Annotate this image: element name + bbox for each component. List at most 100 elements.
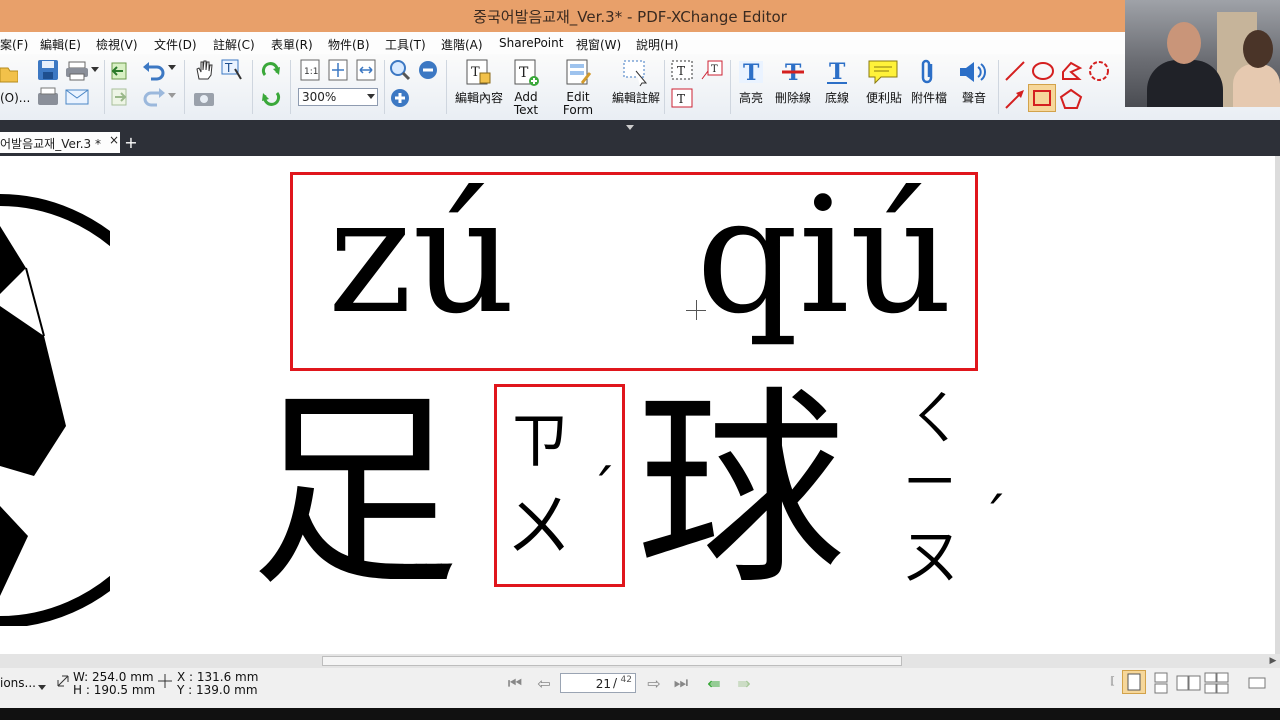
highlight-label[interactable]: 高亮 <box>734 92 768 105</box>
zoom-level-select[interactable]: 300% <box>298 88 378 106</box>
horizontal-scrollbar[interactable]: ▶ <box>0 654 1280 668</box>
menu-objects[interactable]: 物件(B) <box>328 36 370 53</box>
options-menu[interactable]: ions... <box>0 677 36 689</box>
edit-form-icon[interactable] <box>562 58 594 88</box>
fit-page-icon[interactable] <box>326 58 350 82</box>
hand-tool-icon[interactable] <box>192 58 216 82</box>
rotate-counterclockwise-icon[interactable] <box>258 86 284 110</box>
typewriter-icon[interactable]: T <box>668 58 696 82</box>
scan-icon[interactable] <box>36 86 60 108</box>
continuous-facing-view-icon[interactable] <box>1204 672 1230 694</box>
textbox-icon[interactable]: T <box>668 86 696 110</box>
open-label[interactable]: (O)... <box>0 92 30 105</box>
chevron-down-icon[interactable] <box>626 120 634 130</box>
save-icon[interactable] <box>36 58 60 82</box>
chevron-down-icon[interactable] <box>168 64 176 72</box>
menu-forms[interactable]: 表單(R) <box>271 36 313 53</box>
document-tab[interactable]: 어발음교재_Ver.3 * × <box>0 132 120 153</box>
menu-window[interactable]: 視窗(W) <box>576 36 621 53</box>
menu-comments[interactable]: 註解(C) <box>213 36 255 53</box>
attach-file-icon[interactable] <box>914 58 942 86</box>
cursor-position-icon <box>158 674 174 690</box>
menu-document[interactable]: 文件(D) <box>154 36 197 53</box>
vertical-scrollbar[interactable] <box>1275 156 1280 654</box>
attach-file-label[interactable]: 附件檔 <box>908 92 950 105</box>
redo-icon[interactable] <box>140 86 168 108</box>
email-icon[interactable] <box>64 86 90 108</box>
bopomofo-tone-qiu: ˊ <box>980 487 1007 550</box>
scroll-right-arrow-icon[interactable]: ▶ <box>1268 656 1278 666</box>
add-text-icon[interactable]: T <box>510 58 542 88</box>
chevron-down-icon[interactable] <box>38 680 46 690</box>
previous-page-icon[interactable]: ⇦ <box>532 673 556 693</box>
menu-file[interactable]: 案(F) <box>0 36 28 53</box>
line-tool-icon[interactable] <box>1002 58 1028 84</box>
actual-size-icon[interactable]: 1:1 <box>298 58 322 82</box>
snapshot-icon[interactable] <box>192 86 216 110</box>
single-page-view-icon[interactable] <box>1122 670 1146 694</box>
cloud-tool-icon[interactable] <box>1086 58 1112 84</box>
next-page-icon[interactable]: ⇨ <box>642 673 666 693</box>
underline-label[interactable]: 底線 <box>820 92 854 105</box>
zoom-level-value: 300% <box>302 90 337 104</box>
edit-form-label[interactable]: Edit Form <box>560 91 596 117</box>
select-text-icon[interactable]: T <box>220 58 244 82</box>
menu-help[interactable]: 說明(H) <box>636 36 678 53</box>
zoom-out-icon[interactable] <box>416 58 440 82</box>
strikeout-icon[interactable]: T <box>778 58 808 86</box>
menu-advanced[interactable]: 進階(A) <box>441 36 483 53</box>
page-number-input[interactable]: 21 / 42 <box>560 673 636 693</box>
oval-tool-icon[interactable] <box>1030 58 1056 84</box>
menu-sharepoint[interactable]: SharePoint <box>499 36 563 50</box>
toolbar-separator <box>104 60 105 114</box>
menu-view[interactable]: 檢視(V) <box>96 36 138 53</box>
previous-view-icon[interactable]: ⇚ <box>702 673 726 693</box>
sticky-note-label[interactable]: 便利貼 <box>864 92 904 105</box>
chevron-down-icon[interactable] <box>367 94 375 99</box>
zoom-in-icon[interactable] <box>388 86 412 110</box>
undo-icon[interactable] <box>140 60 168 82</box>
back-page-icon[interactable] <box>108 60 130 82</box>
strikeout-label[interactable]: 刪除線 <box>772 92 814 105</box>
edit-annotations-icon[interactable] <box>620 58 652 88</box>
bopomofo-z: ㄗ <box>508 404 571 477</box>
zoom-in-magnifier-icon[interactable] <box>388 58 412 82</box>
panel-toggle-icon[interactable]: ⟦ <box>1110 676 1120 688</box>
edit-annotations-label[interactable]: 編輯註解 <box>610 92 662 105</box>
horizontal-scrollbar-thumb[interactable] <box>322 656 902 666</box>
chevron-down-icon[interactable] <box>91 66 99 74</box>
document-viewport[interactable]: zú qiú 足 ㄗ ㄨ ˊ 球 ㄑ ㄧ ㄡ ˊ <box>0 156 1275 654</box>
arrow-tool-icon[interactable] <box>1002 86 1028 112</box>
polyline-tool-icon[interactable] <box>1058 58 1084 84</box>
close-tab-icon[interactable]: × <box>109 133 119 147</box>
first-page-icon[interactable]: ⏮ <box>503 673 527 693</box>
edit-form-label-line2: Form <box>562 103 594 117</box>
sound-label[interactable]: 聲音 <box>956 92 992 105</box>
svg-text:T: T <box>743 60 760 85</box>
last-page-icon[interactable]: ⏭ <box>669 673 693 693</box>
edit-content-icon[interactable]: T <box>462 58 494 88</box>
window-view-icon[interactable] <box>1248 676 1266 690</box>
forward-page-icon[interactable] <box>108 86 130 108</box>
continuous-view-icon[interactable] <box>1150 672 1174 694</box>
chevron-down-icon[interactable] <box>168 92 176 100</box>
rectangle-tool-icon[interactable] <box>1028 84 1056 112</box>
facing-view-icon[interactable] <box>1176 672 1202 694</box>
sound-icon[interactable] <box>956 58 990 86</box>
menu-edit[interactable]: 編輯(E) <box>40 36 81 53</box>
add-text-label[interactable]: Add Text <box>508 91 544 117</box>
callout-icon[interactable]: T <box>698 58 726 82</box>
bopomofo-tone-zu: ˊ <box>588 459 616 524</box>
menu-tools[interactable]: 工具(T) <box>385 36 426 53</box>
new-tab-plus-icon[interactable]: + <box>122 134 140 152</box>
print-icon[interactable] <box>64 60 90 82</box>
edit-content-label[interactable]: 編輯內容 <box>453 92 505 105</box>
sticky-note-icon[interactable] <box>866 58 900 86</box>
underline-icon[interactable]: T <box>822 58 852 86</box>
rotate-clockwise-icon[interactable] <box>258 58 284 82</box>
next-view-icon[interactable]: ⇛ <box>732 673 756 693</box>
highlight-icon[interactable]: T <box>736 58 766 86</box>
polygon-tool-icon[interactable] <box>1058 86 1084 112</box>
fit-width-icon[interactable] <box>354 58 378 82</box>
open-folder-icon[interactable] <box>0 62 18 84</box>
